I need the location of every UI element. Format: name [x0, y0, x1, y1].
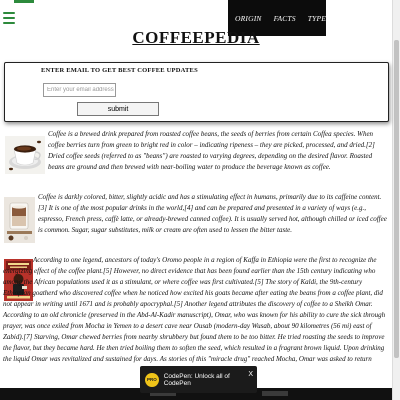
subscribe-heading: ENTER EMAIL TO GET BEST COFFEE UPDATES [41, 67, 198, 74]
coffee-drink-illustration [4, 197, 35, 243]
site-title: COFFEEPEDIA [132, 28, 260, 47]
hamburger-menu-icon[interactable] [3, 12, 15, 24]
menu-bar [3, 12, 15, 14]
menu-bar [3, 17, 15, 19]
codepen-pro-toast[interactable]: PRO CodePen: Unlock all of CodePen X [140, 366, 257, 393]
scrollbar-thumb[interactable] [394, 40, 399, 358]
coffee-cup-image [5, 136, 45, 174]
article-paragraph-3: According to one legend, ancestors of to… [3, 256, 386, 363]
vertical-scrollbar[interactable] [392, 0, 400, 400]
coffee-cup-illustration [5, 136, 45, 174]
toast-message: CodePen: Unlock all of CodePen [163, 372, 230, 387]
submit-button[interactable]: submit [77, 102, 159, 116]
top-edge-bar [14, 0, 34, 3]
nav-link-origin[interactable]: ORIGIN [235, 14, 262, 23]
page: ORIGIN FACTS TYPES COFFEEPEDIA ENTER EMA… [0, 0, 400, 400]
pro-badge: PRO [145, 372, 159, 387]
coffee-drink-image [4, 197, 35, 243]
nav-link-facts[interactable]: FACTS [274, 14, 296, 23]
menu-bar [3, 22, 15, 24]
article-paragraph-2: Coffee is darkly colored, bitter, slight… [38, 193, 387, 234]
email-input[interactable] [43, 83, 116, 97]
subscribe-box: ENTER EMAIL TO GET BEST COFFEE UPDATES s… [4, 62, 389, 122]
article-paragraph-1: Coffee is a brewed drink prepared from r… [48, 130, 375, 171]
nav-link-types[interactable]: TYPES [308, 14, 330, 23]
close-icon[interactable]: X [248, 371, 253, 378]
strip-mark [262, 391, 288, 396]
